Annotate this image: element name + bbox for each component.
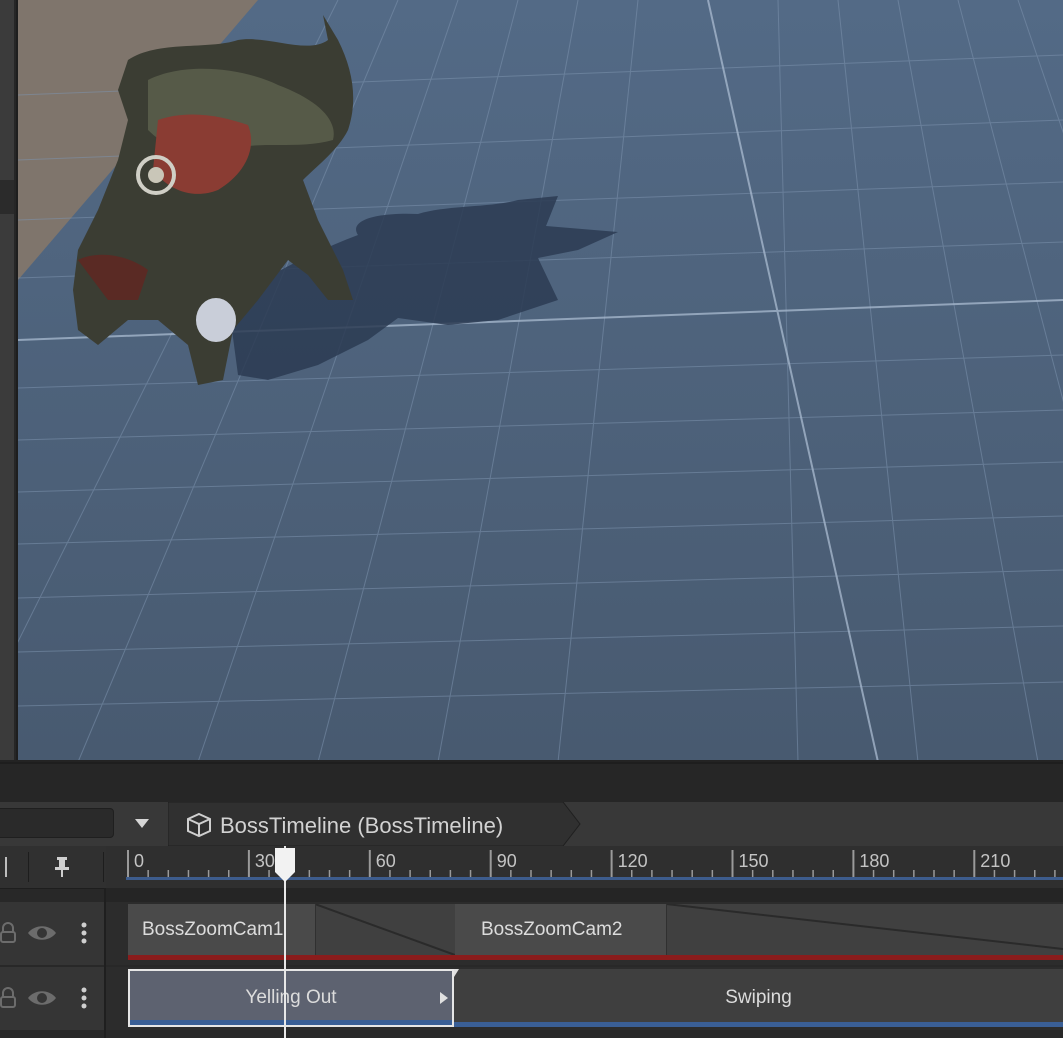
ruler-tick-label: 90 xyxy=(496,851,517,871)
panel-tab[interactable] xyxy=(0,180,14,214)
kebab-menu-icon[interactable] xyxy=(74,984,94,1012)
pin-button[interactable] xyxy=(44,846,80,888)
clip-bosszoomcam2[interactable]: BossZoomCam2 xyxy=(455,904,666,955)
clip-label: BossZoomCam2 xyxy=(481,918,623,940)
track-row-animation[interactable]: Yelling Out Swiping xyxy=(106,967,1063,1030)
ruler-tick-label: 30 xyxy=(254,851,275,871)
track-header-animation[interactable] xyxy=(0,967,104,1030)
eye-icon[interactable] xyxy=(26,984,58,1012)
timeline-title-strip xyxy=(0,764,1063,803)
scene-left-panel xyxy=(0,0,16,762)
timeline-breadcrumb[interactable]: BossTimeline (BossTimeline) xyxy=(168,802,581,846)
timeline-window: BossTimeline (BossTimeline) 0 30 60 90 120 15… xyxy=(0,764,1063,1038)
scene-grid xyxy=(0,0,1063,762)
ruler-tick-label: 120 xyxy=(617,851,648,871)
timeline-asset-dropdown[interactable] xyxy=(124,809,160,839)
ruler-tick-label: 150 xyxy=(738,851,769,871)
clip-label: BossZoomCam1 xyxy=(142,918,284,940)
header-left-button[interactable] xyxy=(0,846,12,888)
ruler-tick-label: 180 xyxy=(859,851,890,871)
lock-icon[interactable] xyxy=(0,984,20,1012)
ruler-tick-label: 0 xyxy=(134,851,145,871)
clip-label: Swiping xyxy=(725,987,792,1008)
playhead-handle[interactable] xyxy=(273,846,297,884)
ruler-tick-label: 210 xyxy=(980,851,1011,871)
clip-blend-trailing[interactable] xyxy=(666,904,1063,955)
eye-icon[interactable] xyxy=(26,919,58,947)
clip-blend[interactable] xyxy=(315,904,455,955)
timeline-toolbar: BossTimeline (BossTimeline) xyxy=(0,802,1063,847)
clip-bosszoomcam1[interactable]: BossZoomCam1 xyxy=(128,904,315,955)
clip-yelling-out[interactable]: Yelling Out xyxy=(128,969,454,1027)
track-list-header xyxy=(0,846,106,889)
pin-icon xyxy=(55,857,69,877)
ruler-tick-label: 60 xyxy=(375,851,396,871)
kebab-menu-icon[interactable] xyxy=(74,919,94,947)
scene-border xyxy=(0,760,1063,762)
track-color-bar xyxy=(128,955,1063,960)
track-header-cinemachine[interactable] xyxy=(0,902,104,965)
triangle-down-icon xyxy=(135,819,149,828)
scene-viewport[interactable] xyxy=(0,0,1063,762)
clip-swiping[interactable]: Swiping xyxy=(454,969,1063,1027)
lock-icon[interactable] xyxy=(0,919,20,947)
timeline-search-field[interactable] xyxy=(0,808,114,838)
timeline-title: BossTimeline (BossTimeline) xyxy=(220,813,504,838)
ruler-ticks xyxy=(127,850,1056,877)
triangle-right-icon xyxy=(440,992,448,1004)
time-ruler[interactable]: 0 30 60 90 120 150 180 210 xyxy=(106,846,1063,888)
scene-view[interactable] xyxy=(0,0,1063,762)
track-row-cinemachine[interactable]: BossZoomCam1 BossZoomCam2 xyxy=(106,902,1063,965)
clip-label: Yelling Out xyxy=(245,987,337,1008)
cube-icon xyxy=(187,812,211,838)
